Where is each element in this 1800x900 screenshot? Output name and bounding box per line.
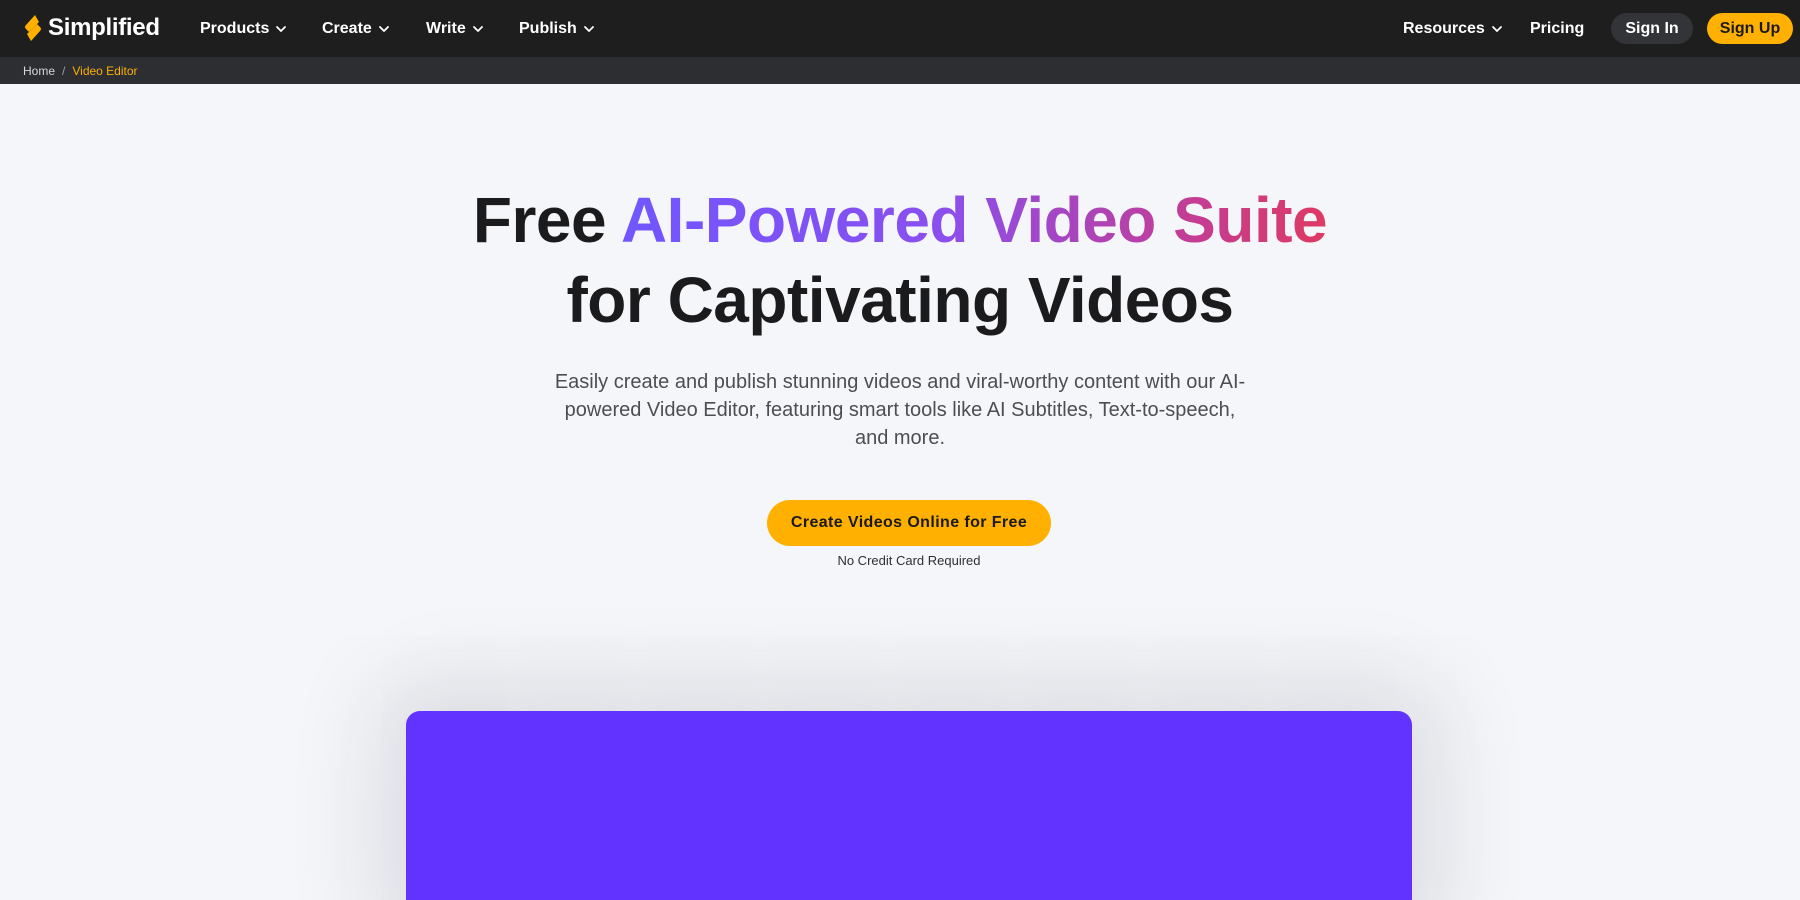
hero-subtitle: Easily create and publish stunning video… — [554, 371, 1246, 449]
nav-pricing[interactable]: Pricing — [1530, 0, 1584, 57]
nav-resources[interactable]: Resources — [1403, 0, 1503, 57]
sign-in-button[interactable]: Sign In — [1611, 13, 1693, 44]
hero-title: Free AI-Powered Video Suite for Captivat… — [0, 180, 1800, 340]
nav-write-label: Write — [426, 19, 466, 37]
nav-publish[interactable]: Publish — [519, 0, 595, 57]
simplified-logo-icon — [25, 15, 41, 41]
nav-create[interactable]: Create — [322, 0, 390, 57]
breadcrumb: Home / Video Editor — [23, 57, 138, 84]
no-credit-card-note: No Credit Card Required — [837, 553, 981, 568]
nav-products-label: Products — [200, 19, 270, 37]
create-videos-cta-button[interactable]: Create Videos Online for Free — [767, 500, 1051, 546]
video-preview-card — [406, 711, 1412, 900]
logo-wordmark: Simplified — [48, 14, 160, 41]
nav-pricing-label: Pricing — [1530, 19, 1585, 37]
chevron-down-icon — [378, 25, 389, 32]
breadcrumb-home-link[interactable]: Home — [23, 64, 55, 78]
sign-up-button[interactable]: Sign Up — [1707, 13, 1793, 44]
nav-create-label: Create — [322, 19, 372, 37]
nav-write[interactable]: Write — [426, 0, 484, 57]
breadcrumb-bar: Home / Video Editor — [0, 57, 1800, 84]
chevron-down-icon — [583, 25, 594, 32]
breadcrumb-current-page: Video Editor — [72, 63, 138, 78]
nav-resources-label: Resources — [1403, 19, 1485, 37]
chevron-down-icon — [276, 25, 287, 32]
breadcrumb-separator: / — [62, 63, 66, 78]
nav-products[interactable]: Products — [200, 0, 287, 57]
top-navigation-bar: Simplified Products Create Write Publish… — [0, 0, 1800, 57]
chevron-down-icon — [472, 25, 483, 32]
hero-title-gradient: AI-Powered Video Suite — [620, 184, 1328, 256]
nav-publish-label: Publish — [519, 19, 577, 37]
simplified-logo[interactable]: Simplified — [22, 14, 160, 42]
chevron-down-icon — [1491, 25, 1502, 32]
hero-title-plain: Free — [472, 184, 621, 256]
hero-title-line2: for Captivating Videos — [566, 264, 1234, 336]
